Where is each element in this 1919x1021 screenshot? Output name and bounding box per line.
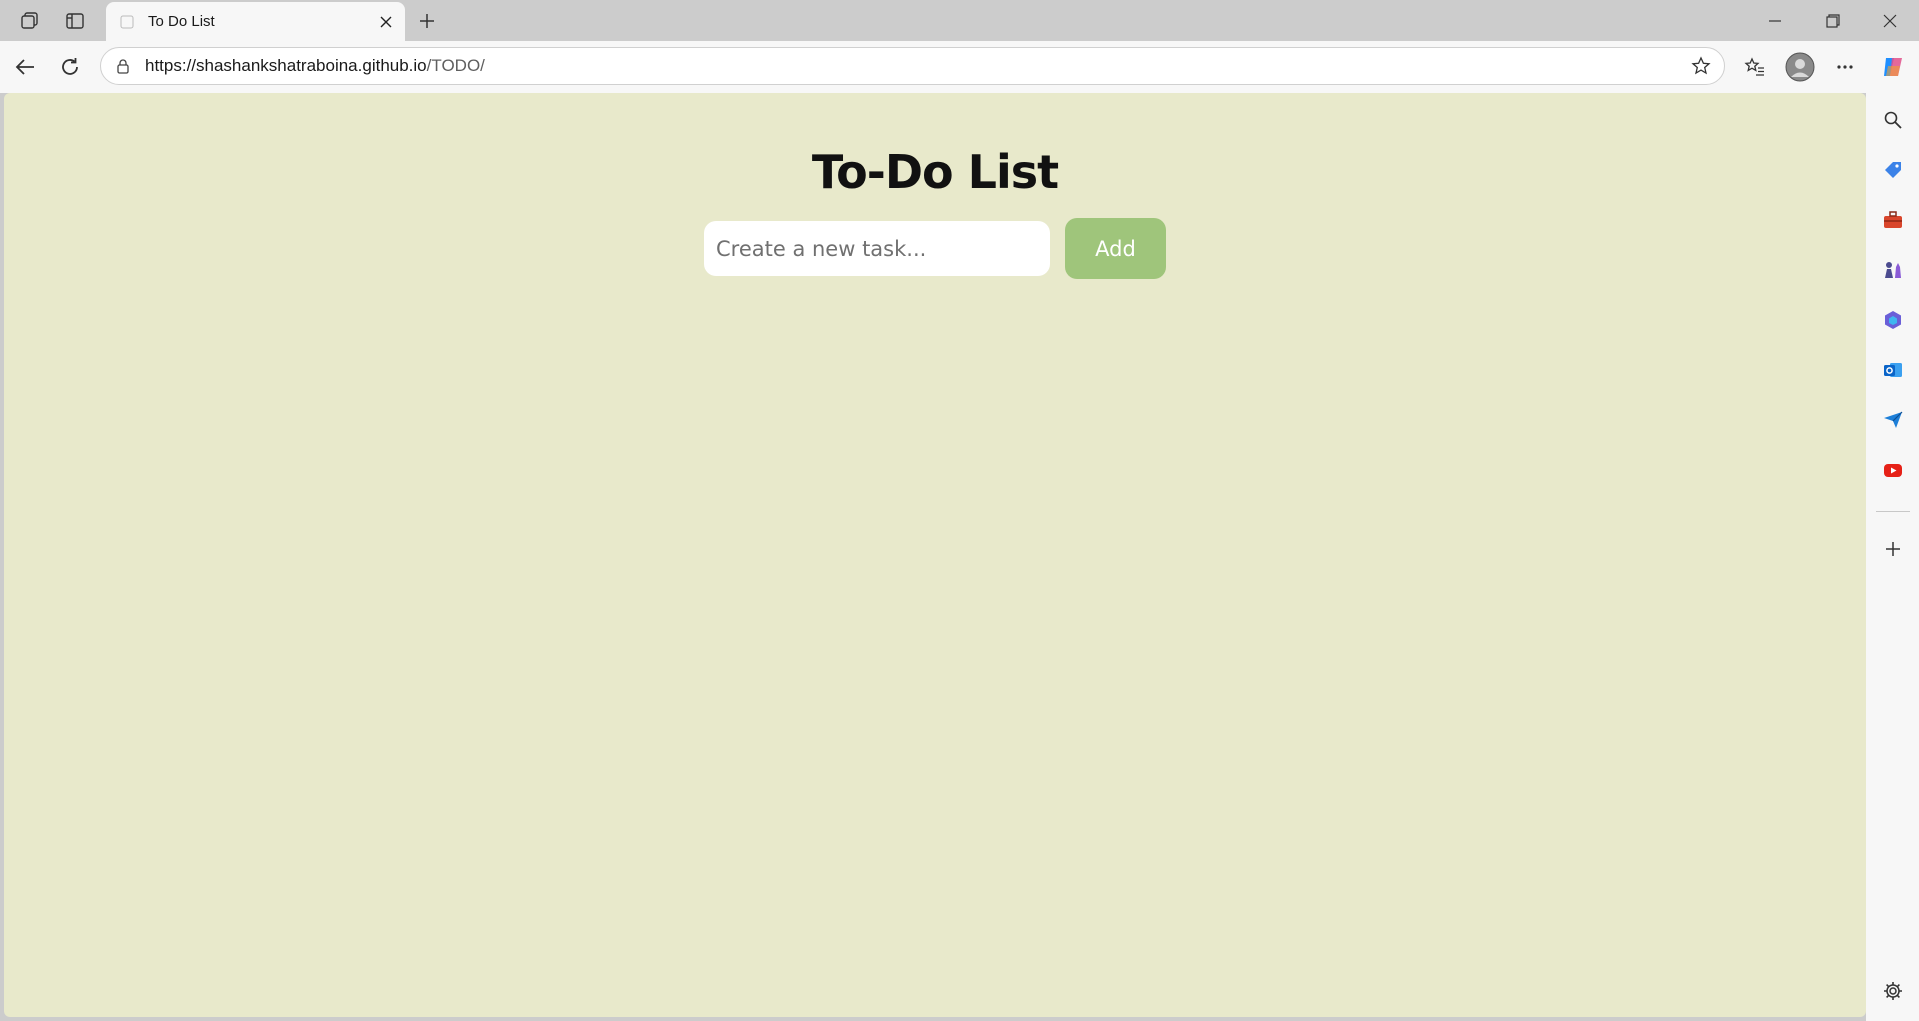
address-bar[interactable]: https://shashankshatraboina.github.io/TO…: [100, 47, 1725, 85]
url-text[interactable]: https://shashankshatraboina.github.io/TO…: [145, 56, 1684, 76]
profile-avatar[interactable]: [1783, 50, 1817, 84]
browser-toolbar: https://shashankshatraboina.github.io/TO…: [0, 41, 1919, 93]
active-tab[interactable]: To Do List: [106, 2, 405, 41]
search-icon[interactable]: [1875, 102, 1911, 138]
page-title: To-Do List: [811, 145, 1059, 199]
site-info-icon[interactable]: [113, 56, 133, 76]
page-favicon-icon: [118, 13, 136, 31]
toolbox-icon[interactable]: [1875, 202, 1911, 238]
more-options-icon[interactable]: [1828, 50, 1862, 84]
microsoft365-icon[interactable]: [1875, 302, 1911, 338]
close-tab-icon[interactable]: [371, 7, 401, 37]
add-task-button[interactable]: Add: [1065, 218, 1166, 279]
workspaces-icon[interactable]: [15, 6, 45, 36]
title-bar: To Do List: [0, 0, 1919, 41]
back-icon[interactable]: [8, 50, 42, 84]
add-icon[interactable]: [1875, 531, 1911, 567]
favorite-star-icon[interactable]: [1684, 49, 1718, 83]
sidebar-divider: [1876, 511, 1910, 512]
new-tab-icon[interactable]: [412, 6, 442, 36]
outlook-icon[interactable]: [1875, 352, 1911, 388]
url-host: https://shashankshatraboina.github.io: [145, 56, 427, 75]
new-task-input[interactable]: [704, 221, 1050, 276]
page-viewport: To-Do List Add: [4, 93, 1866, 1017]
close-window-icon[interactable]: [1861, 0, 1919, 41]
refresh-icon[interactable]: [53, 50, 87, 84]
chess-icon[interactable]: [1875, 252, 1911, 288]
copilot-icon[interactable]: [1876, 50, 1910, 84]
tab-title: To Do List: [148, 13, 215, 30]
settings-icon[interactable]: [1875, 973, 1911, 1009]
edge-sidebar: [1866, 93, 1919, 1021]
send-icon[interactable]: [1875, 402, 1911, 438]
minimize-icon[interactable]: [1746, 0, 1804, 41]
shopping-tag-icon[interactable]: [1875, 152, 1911, 188]
youtube-icon[interactable]: [1875, 452, 1911, 488]
restore-icon[interactable]: [1804, 0, 1862, 41]
url-path: /TODO/: [426, 56, 485, 75]
vertical-tabs-icon[interactable]: [60, 6, 90, 36]
favorites-icon[interactable]: [1738, 50, 1772, 84]
